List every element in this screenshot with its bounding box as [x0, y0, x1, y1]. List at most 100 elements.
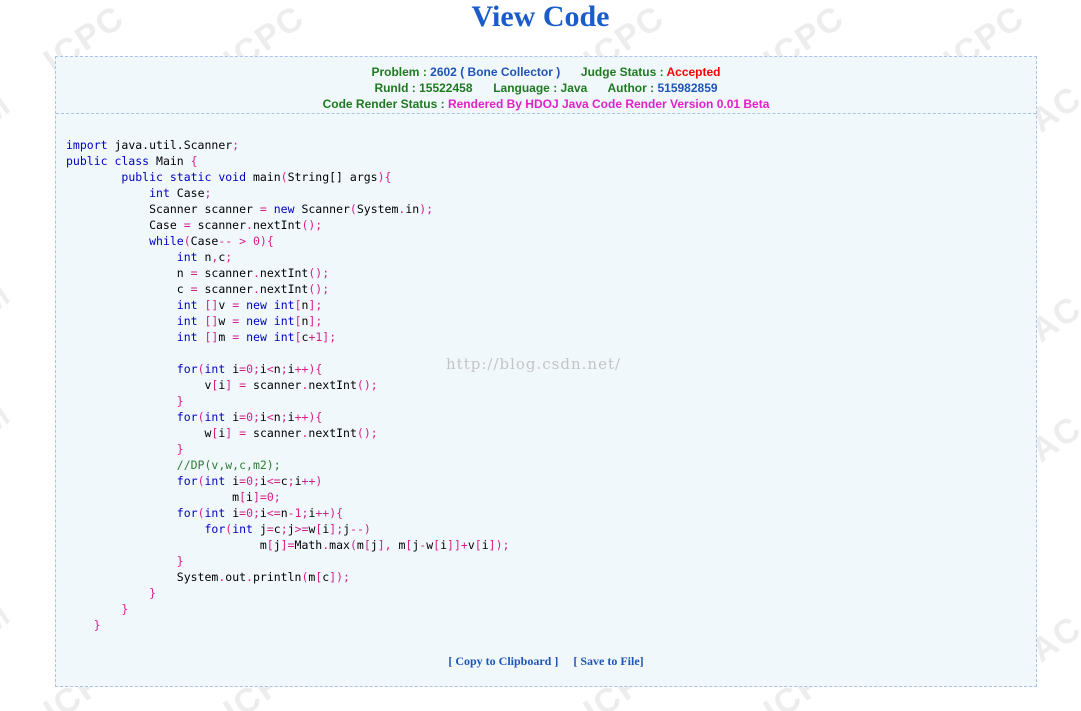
- info-row-render: Code Render Status : Rendered By HDOJ Ja…: [56, 96, 1036, 112]
- code-token: System: [356, 202, 399, 216]
- code-token: Case: [66, 218, 184, 232]
- code-token: .: [252, 282, 260, 296]
- code-token: v: [218, 298, 233, 312]
- code-token: scanner: [246, 426, 302, 440]
- code-token: <=: [266, 474, 281, 488]
- code-token: (: [197, 474, 205, 488]
- code-line: v[i] = scanner.nextInt();: [66, 378, 378, 392]
- code-token: (: [183, 234, 191, 248]
- code-token: }: [176, 554, 184, 568]
- code-token: <: [266, 410, 274, 424]
- code-token: (: [197, 506, 205, 520]
- code-line: while(Case-- > 0){: [66, 234, 274, 248]
- code-token: =: [190, 266, 198, 280]
- code-token: ++: [294, 410, 309, 424]
- code-line: m[i]=0;: [66, 490, 281, 504]
- code-line: int n,c;: [66, 250, 232, 264]
- code-token: i: [259, 474, 267, 488]
- code-token: [: [294, 330, 302, 344]
- code-token: ): [259, 234, 267, 248]
- code-token: {: [190, 154, 198, 168]
- code-token: (): [308, 282, 323, 296]
- code-line: int []v = new int[n];: [66, 298, 323, 312]
- code-token: i: [287, 362, 295, 376]
- code-token: ;: [280, 410, 288, 424]
- code-token: int: [232, 522, 253, 536]
- code-line: for(int i=0;i<=n-1;i++){: [66, 506, 343, 520]
- code-line: }: [66, 394, 184, 408]
- code-token: (: [280, 170, 288, 184]
- code-token: ;: [225, 250, 233, 264]
- code-token: i: [481, 538, 489, 552]
- author-link[interactable]: 515982859: [657, 81, 717, 95]
- code-token: {: [315, 410, 323, 424]
- code-token: i: [259, 362, 267, 376]
- code-token: n: [273, 410, 281, 424]
- code-token: n: [273, 362, 281, 376]
- code-token: Math: [294, 538, 323, 552]
- code-token: nextInt: [259, 266, 309, 280]
- code-line: for(int j=c;j>=w[i];j--): [66, 522, 370, 536]
- runid-label: RunId :: [374, 81, 416, 95]
- code-token: i: [259, 410, 267, 424]
- code-token: ;: [315, 298, 323, 312]
- code-token: ;: [232, 138, 240, 152]
- code-token: }: [93, 618, 101, 632]
- code-token: import: [66, 138, 108, 152]
- code-token: (): [308, 266, 323, 280]
- judge-status-label: Judge Status :: [580, 65, 664, 79]
- code-token: args: [342, 170, 378, 184]
- code-token: v: [467, 538, 475, 552]
- code-token: for: [204, 522, 226, 536]
- code-token: }: [176, 442, 184, 456]
- code-token: (: [197, 410, 205, 424]
- code-token: -- > 0: [218, 234, 260, 248]
- code-token: i: [259, 506, 267, 520]
- problem-name-link[interactable]: ( Bone Collector ): [460, 65, 560, 79]
- code-token: in: [405, 202, 420, 216]
- info-row-problem: Problem : 2602 ( Bone Collector ) Judge …: [56, 64, 1036, 80]
- code-token: i: [294, 474, 302, 488]
- code-token: new: [273, 202, 295, 216]
- code-token: String[]: [287, 170, 343, 184]
- code-token: m: [66, 538, 267, 552]
- code-token: (): [301, 218, 316, 232]
- code-token: >=: [294, 522, 309, 536]
- code-token: =0;: [239, 410, 260, 424]
- code-token: ]);: [488, 538, 510, 552]
- code-token: n: [66, 266, 191, 280]
- code-token: ]=0;: [252, 490, 281, 504]
- code-token: v: [66, 378, 212, 392]
- code-token: ): [315, 474, 323, 488]
- code-token: ;: [315, 314, 323, 328]
- copy-to-clipboard-link[interactable]: [ Copy to Clipboard ]: [448, 654, 558, 668]
- code-token: int: [204, 410, 226, 424]
- code-token: i: [440, 538, 448, 552]
- problem-label: Problem :: [371, 65, 427, 79]
- problem-id-link[interactable]: 2602: [430, 65, 457, 79]
- code-token: ++: [294, 362, 309, 376]
- code-token: public static void: [121, 170, 247, 184]
- language-value: Java: [560, 81, 588, 95]
- code-line: }: [66, 442, 184, 456]
- code-token: ;: [322, 282, 330, 296]
- source-code: import java.util.Scanner; public class M…: [66, 137, 509, 633]
- save-to-file-link[interactable]: [ Save to File]: [573, 654, 643, 668]
- code-token: new int: [246, 330, 295, 344]
- code-token: for: [176, 506, 198, 520]
- code-actions: [ Copy to Clipboard ] [ Save to File]: [56, 654, 1036, 669]
- code-token: int: [176, 314, 198, 328]
- code-token: ];: [329, 522, 344, 536]
- code-token: println: [252, 570, 302, 584]
- code-token: w: [66, 426, 212, 440]
- code-token: ;: [370, 378, 378, 392]
- page-title: View Code: [471, 0, 610, 33]
- code-token: +1: [308, 330, 323, 344]
- code-line: c = scanner.nextInt();: [66, 282, 329, 296]
- code-line: }: [66, 618, 101, 632]
